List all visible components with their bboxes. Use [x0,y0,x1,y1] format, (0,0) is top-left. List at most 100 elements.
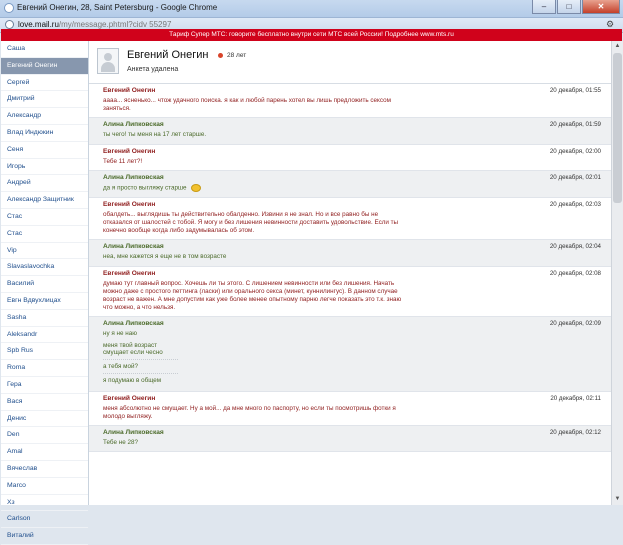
message-text-content: думаю тут главный вопрос. Хочешь ли ты э… [103,279,402,312]
message-time: 20 декабря, 02:08 [549,269,601,277]
profile-header: Евгений Онегин 28 лет Анкета удалена [89,41,611,84]
sidebar-contact[interactable]: Денис [1,411,88,428]
sidebar-contact[interactable]: Александр Защитник [1,192,88,209]
maximize-button[interactable]: □ [557,0,581,14]
message-time: 20 декабря, 02:03 [549,200,601,208]
sidebar-contact[interactable]: Гера [1,377,88,394]
message-text: Тебе не 28? [103,439,403,447]
sidebar-contact[interactable]: Виталий [1,528,88,545]
message-author[interactable]: Евгений Онегин [103,87,603,94]
smile-emoticon-icon [190,183,201,192]
message-item: Алина Липковская 20 декабря, 02:04 неа, мн… [89,240,611,267]
sidebar-contact[interactable]: Евгн Вдвухлицах [1,293,88,310]
message-item: Евгений Онегин 20 декабря, 02:03 обалдеть.… [89,198,611,241]
message-text-content: Тебе не 28? [103,438,138,446]
message-author[interactable]: Алина Липковская [103,243,603,250]
avatar[interactable] [97,48,119,74]
browser-title-bar: Евгений Онегин, 28, Saint Petersburg - G… [0,0,623,18]
scroll-thumb[interactable] [613,53,622,203]
message-followup: а тебя мой? [103,363,178,374]
promo-banner[interactable]: Тариф Супер МТС: говорите бесплатно внут… [1,29,622,41]
message-followup: меня твой возраст смущает если чесно [103,342,178,360]
message-time: 20 декабря, 01:59 [549,121,601,129]
message-time: 20 декабря, 02:04 [549,243,601,251]
message-author[interactable]: Евгений Онегин [103,270,603,277]
message-time: 20 декабря, 02:12 [549,428,601,436]
sidebar-contact[interactable]: Саша [1,41,88,58]
sidebar-contact[interactable]: Amal [1,444,88,461]
message-author[interactable]: Евгений Онегин [103,395,603,402]
sidebar-contact[interactable]: Стас [1,226,88,243]
message-author[interactable]: Евгений Онегин [103,148,603,155]
message-item: Евгений Онегин 20 декабря, 02:08 думаю тут… [89,267,611,318]
message-time: 20 декабря, 01:55 [549,87,601,94]
message-item: Алина Липковская 20 декабря, 01:59 ты чего… [89,118,611,145]
url-field[interactable]: love.mail.ru/my/message.phtml?cidv 55297 [18,20,171,29]
sidebar-contact[interactable]: Сергей [1,75,88,92]
scrollbar[interactable]: ▲ ▼ [611,41,623,505]
message-text-content: Тебе 11 лет?! [103,157,143,165]
message-time: 20 декабря, 02:11 [550,394,601,402]
wrench-icon[interactable]: ⚙ [606,20,615,29]
message-author[interactable]: Евгений Онегин [103,201,603,208]
sidebar-contact[interactable]: Дмитрий [1,91,88,109]
conversation-panel: Евгений Онегин 28 лет Анкета удалена Евг… [89,41,611,505]
sidebar-contact[interactable]: Игорь [1,159,88,176]
sidebar-contact[interactable]: Spb Rus [1,343,88,361]
message-text: ну я не наю [103,330,403,338]
url-host: love.mail.ru [18,20,59,29]
message-text: меня абсолютно не смущает. Ну а мой... д… [103,405,403,421]
message-text: неа, мне кажется я еще не в том возрасте [103,253,403,261]
sidebar-contact[interactable]: Sasha [1,310,88,327]
minimize-button[interactable]: – [532,0,556,14]
message-text-content: обалдеть... выглядишь ты действительно о… [103,210,399,235]
message-text-content: аааа... ясненько... чтож удачного поиска… [103,97,391,113]
contacts-sidebar: Саша Евгений Онегин Сергей Дмитрий Александр… [1,41,89,545]
sidebar-contact[interactable]: Влад Индюкин [1,125,88,142]
sidebar-contact[interactable]: Хз [1,495,88,512]
page-icon [5,20,14,29]
sidebar-contact[interactable]: Вася [1,394,88,411]
scroll-up-icon[interactable]: ▲ [613,42,622,51]
sidebar-contact[interactable]: Александр [1,108,88,125]
sidebar-contact[interactable]: Евгений Онегин [1,57,88,75]
message-text: обалдеть... выглядишь ты действительно о… [103,211,403,236]
message-time: 20 декабря, 02:00 [549,147,601,155]
message-text-content: меня абсолютно не смущает. Ну а мой... д… [103,404,396,420]
sidebar-contact[interactable]: Roma [1,360,88,377]
sidebar-contact[interactable]: Стас [1,209,88,226]
message-text-content: да я просто выгляжу старше [103,184,187,192]
message-author[interactable]: Алина Липковская [103,429,603,436]
message-item: Алина Липковская 20 декабря, 02:09 ну я не… [89,317,611,392]
avatar-head [104,53,112,61]
message-author[interactable]: Алина Липковская [103,121,603,128]
close-button[interactable]: ✕ [582,0,620,14]
message-item: Евгений Онегин 20 декабря, 01:55 аааа... я… [89,84,611,119]
window-title: Евгений Онегин, 28, Saint Petersburg - G… [17,3,218,12]
message-followup: я подумаю в общем [103,376,162,384]
browser-favicon-icon [4,3,14,13]
sidebar-contact[interactable]: Slavaslavochka [1,259,88,277]
message-author[interactable]: Алина Липковская [103,174,603,181]
message-text: ты чего! ты меня на 17 лет старше. [103,131,403,139]
message-list: Евгений Онегин 20 декабря, 01:55 аааа... я… [89,84,611,453]
sidebar-contact[interactable]: Андрей [1,175,88,193]
sidebar-contact[interactable]: Василий [1,276,88,293]
message-text-content: ты чего! ты меня на 17 лет старше. [103,131,207,139]
message-item: Евгений Онегин 20 декабря, 02:11 меня абсо… [89,392,611,426]
message-time: 20 декабря, 02:01 [549,173,601,181]
sidebar-contact[interactable]: Вячеслав [1,461,88,478]
url-path: /my/message.phtml?cidv 55297 [58,20,172,29]
sidebar-contact[interactable]: Marco [1,478,88,495]
message-text-content: неа, мне кажется я еще не в том возрасте [103,253,227,261]
message-text: да я просто выгляжу старше [103,183,403,193]
message-text: Тебе 11 лет?! [103,158,403,166]
sidebar-contact[interactable]: Carlson [1,511,88,529]
sidebar-contact[interactable]: Aleksandr [1,327,88,344]
message-author[interactable]: Алина Липковская [103,320,603,327]
scroll-down-icon[interactable]: ▼ [613,495,622,504]
sidebar-contact[interactable]: Vip [1,243,88,260]
profile-name[interactable]: Евгений Онегин [127,49,208,61]
sidebar-contact[interactable]: Сеня [1,142,88,159]
sidebar-contact[interactable]: Den [1,427,88,445]
